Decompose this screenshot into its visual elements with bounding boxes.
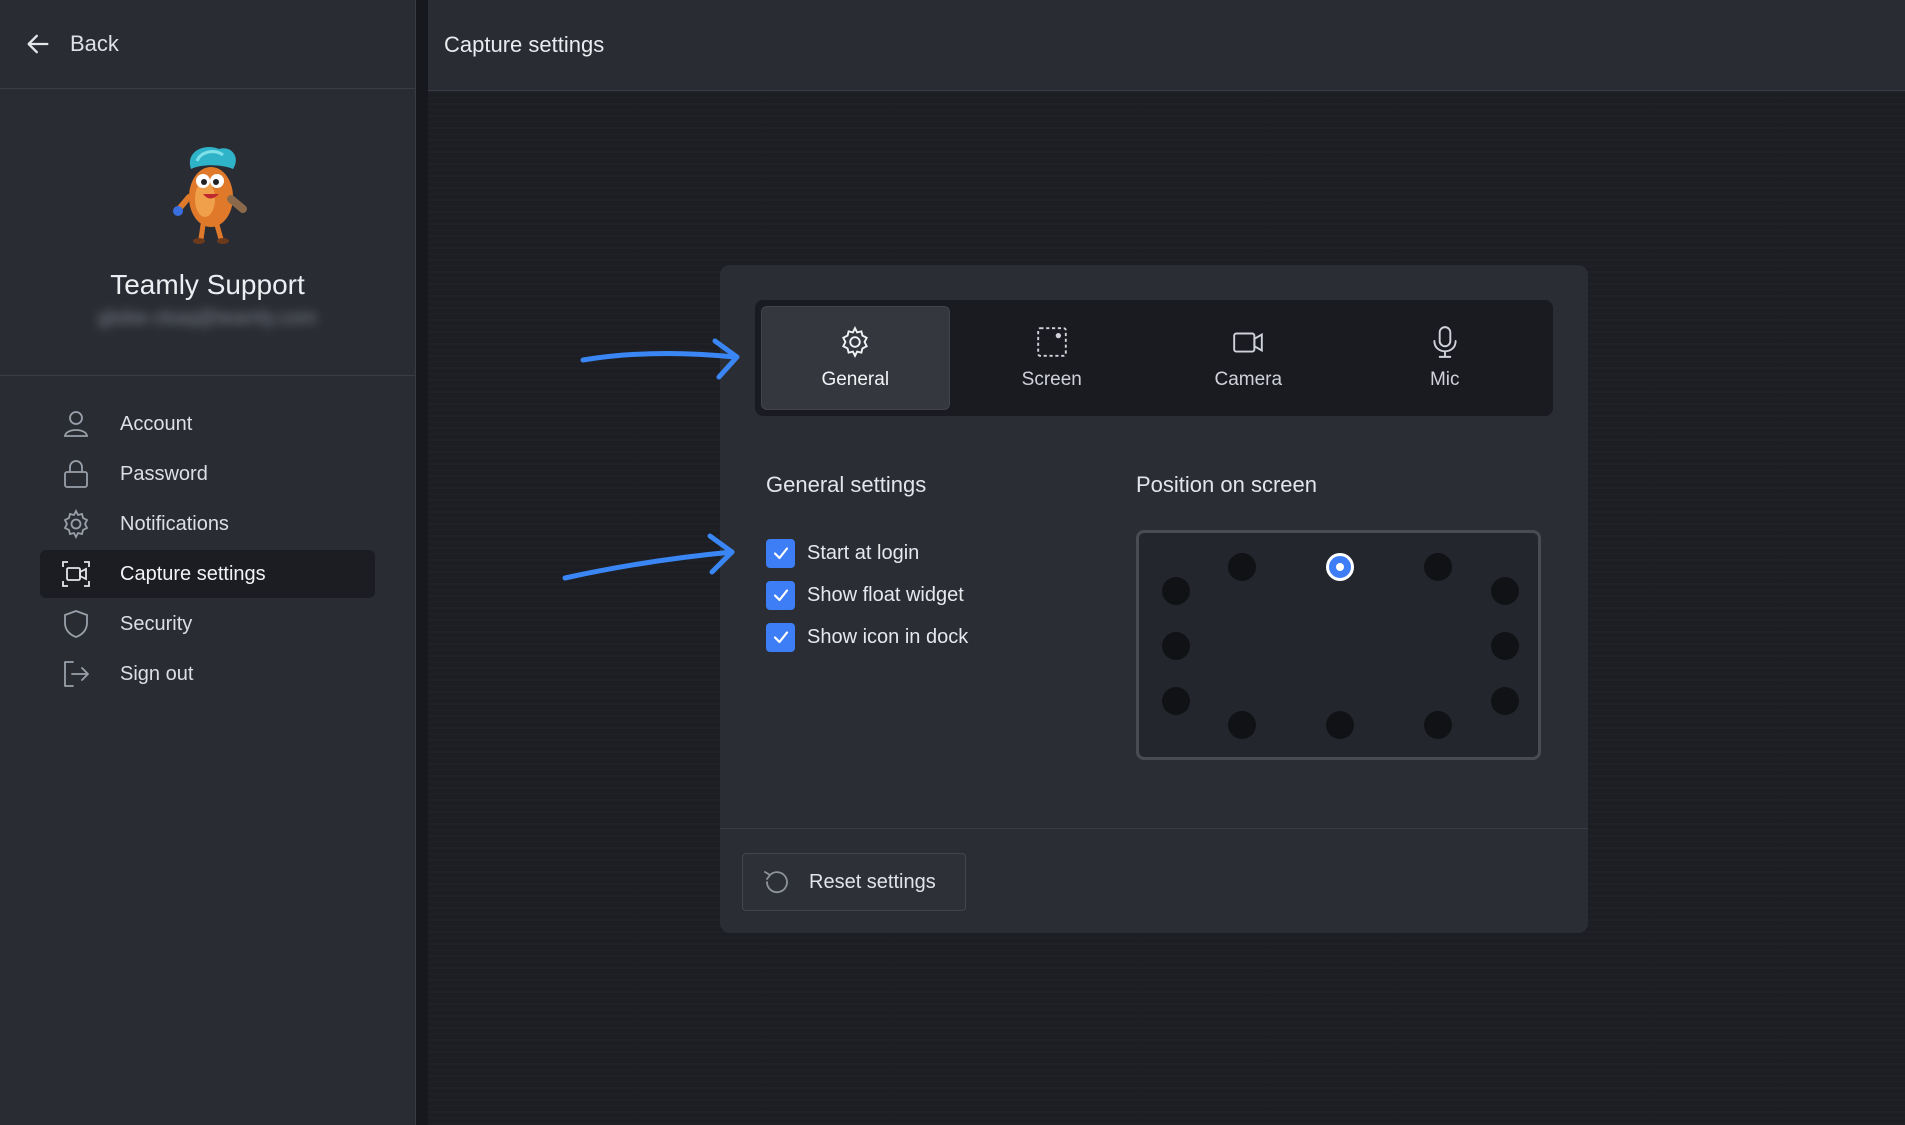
checkbox[interactable] <box>766 538 795 568</box>
option-show-icon-in-dock[interactable]: Show icon in dock <box>766 616 968 658</box>
tab-label: Mic <box>1429 369 1460 390</box>
annotation-arrow-icon <box>580 338 740 380</box>
option-show-float-widget[interactable]: Show float widget <box>766 574 968 616</box>
shield-icon <box>64 610 88 638</box>
page-title: Capture settings <box>444 32 605 57</box>
tab-mic[interactable]: Mic <box>1351 306 1540 410</box>
microphone-icon <box>1433 326 1457 358</box>
sidebar-item-label: Account <box>120 412 193 435</box>
lock-icon <box>64 460 88 488</box>
position-dot-bottom-right[interactable] <box>1424 711 1452 739</box>
position-dot-right-top[interactable] <box>1491 577 1519 605</box>
checkbox[interactable] <box>766 580 795 610</box>
avatar <box>172 147 247 244</box>
reset-settings-label: Reset settings <box>809 870 936 893</box>
option-label: Show icon in dock <box>807 625 969 648</box>
sidebar-item-label: Password <box>120 462 208 485</box>
profile-email: globe-ckaq@teamly.com <box>98 307 317 329</box>
screen-region-icon <box>1036 327 1067 357</box>
position-dot-top-center-selected[interactable] <box>1326 553 1354 581</box>
option-start-at-login[interactable]: Start at login <box>766 532 968 574</box>
capture-icon <box>62 561 90 587</box>
position-dot-left-middle[interactable] <box>1162 632 1190 660</box>
card-divider <box>720 828 1588 829</box>
profile-name: Teamly Support <box>110 269 305 300</box>
settings-nav: Account Password Notifications Capture s… <box>40 400 375 700</box>
gear-icon <box>842 326 869 358</box>
sidebar-item-account[interactable]: Account <box>40 400 375 448</box>
position-dot-bottom-center[interactable] <box>1326 711 1354 739</box>
sidebar-item-security[interactable]: Security <box>40 600 375 648</box>
profile-section: Teamly Support globe-ckaq@teamly.com <box>0 89 415 376</box>
position-dot-top-right[interactable] <box>1424 553 1452 581</box>
tab-label: General <box>821 369 890 390</box>
position-picker <box>1136 530 1541 760</box>
main-header: Capture settings <box>428 0 1905 91</box>
tab-general[interactable]: General <box>761 306 950 410</box>
arrow-left-icon <box>27 34 49 54</box>
sidebar: Back Teamly Support globe-ckaq@teamly.co… <box>0 0 416 1125</box>
position-dot-bottom-left[interactable] <box>1228 711 1256 739</box>
sidebar-item-label: Sign out <box>120 662 194 685</box>
position-dot-left-top[interactable] <box>1162 577 1190 605</box>
camera-icon <box>1233 332 1264 353</box>
sidebar-item-capture-settings[interactable]: Capture settings <box>40 550 375 598</box>
sidebar-item-sign-out[interactable]: Sign out <box>40 650 375 698</box>
check-icon <box>773 547 788 560</box>
gear-icon <box>63 508 89 540</box>
tab-label: Camera <box>1214 369 1283 390</box>
sidebar-item-notifications[interactable]: Notifications <box>40 500 375 548</box>
sidebar-item-label: Capture settings <box>120 562 266 585</box>
position-dot-top-left[interactable] <box>1228 553 1256 581</box>
sidebar-item-label: Security <box>120 612 193 635</box>
sidebar-item-label: Notifications <box>120 512 229 535</box>
sign-out-icon <box>64 661 89 687</box>
check-icon <box>773 589 788 602</box>
check-icon <box>773 631 788 644</box>
back-button[interactable]: Back <box>0 0 415 89</box>
capture-tabs: General Screen Camera Mic <box>755 300 1553 416</box>
position-dot-right-bottom[interactable] <box>1491 687 1519 715</box>
capture-settings-card: General Screen Camera Mic General settin… <box>720 265 1588 933</box>
reset-icon <box>764 871 788 894</box>
checkbox[interactable] <box>766 622 795 652</box>
tab-screen[interactable]: Screen <box>958 306 1147 410</box>
option-label: Show float widget <box>807 583 964 606</box>
position-dot-right-middle[interactable] <box>1491 632 1519 660</box>
reset-settings-button[interactable]: Reset settings <box>742 853 966 911</box>
position-dot-left-bottom[interactable] <box>1162 687 1190 715</box>
tab-camera[interactable]: Camera <box>1154 306 1343 410</box>
app-window: Back Teamly Support globe-ckaq@teamly.co… <box>0 0 1905 1125</box>
annotation-arrow-icon <box>562 533 735 581</box>
general-settings-title: General settings <box>766 472 927 497</box>
tab-label: Screen <box>1021 369 1082 390</box>
position-title: Position on screen <box>1136 472 1317 497</box>
option-label: Start at login <box>807 541 920 564</box>
back-label: Back <box>70 31 119 56</box>
general-options: Start at login Show float widget Show ic… <box>766 532 968 658</box>
user-icon <box>63 411 89 437</box>
sidebar-item-password[interactable]: Password <box>40 450 375 498</box>
